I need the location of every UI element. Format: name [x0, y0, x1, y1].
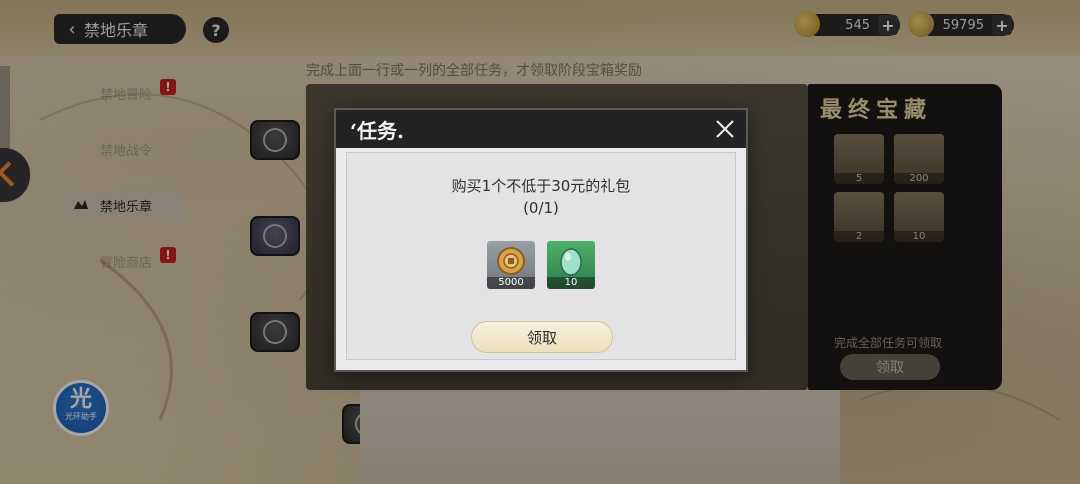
task-progress: (0/1) — [523, 199, 559, 217]
reward-quantity: 5000 — [487, 277, 535, 289]
reward-item-egg[interactable]: 10 — [547, 241, 595, 289]
reward-items: 5000 10 — [347, 241, 735, 289]
egg-icon — [560, 248, 582, 276]
reward-quantity: 10 — [547, 277, 595, 289]
close-icon — [716, 120, 734, 138]
modal-title: ‘任务. — [350, 118, 404, 143]
close-button[interactable] — [710, 114, 740, 144]
modal-body: 购买1个不低于30元的礼包 (0/1) 5000 10 领取 — [346, 152, 736, 360]
coin-icon — [497, 247, 525, 275]
reward-item-coin[interactable]: 5000 — [487, 241, 535, 289]
claim-button[interactable]: 领取 — [471, 321, 613, 353]
task-modal: ‘任务. 购买1个不低于30元的礼包 (0/1) 5000 10 领取 — [334, 108, 748, 372]
modal-header: ‘任务. — [336, 110, 746, 148]
task-description: 购买1个不低于30元的礼包 — [451, 177, 631, 195]
